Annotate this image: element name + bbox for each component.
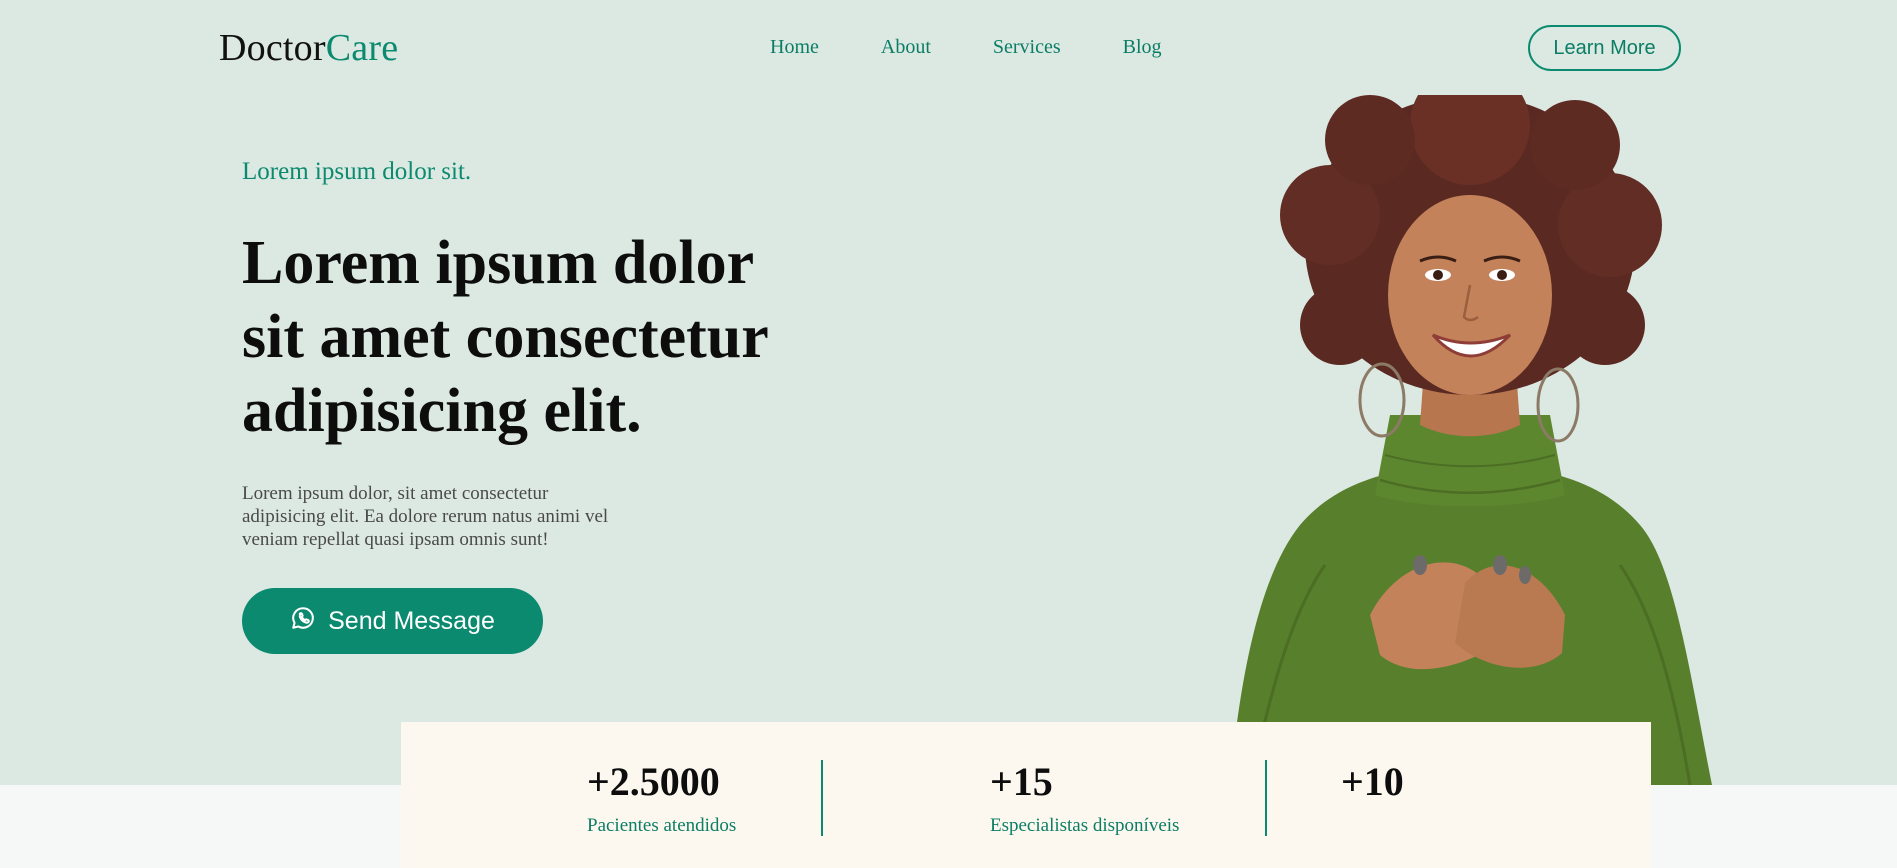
whatsapp-icon (290, 605, 316, 638)
nav-services[interactable]: Services (993, 36, 1061, 59)
stat-value: +15 (990, 759, 1053, 804)
stat-divider (821, 760, 823, 836)
hero-eyebrow: Lorem ipsum dolor sit. (242, 158, 472, 185)
headline-line-2: sit amet consectetur (242, 303, 769, 371)
learn-more-button[interactable]: Learn More (1528, 25, 1681, 71)
stat-specialists: +15 Especialistas disponíveis (990, 758, 1179, 837)
stat-value: +10 (1341, 759, 1404, 804)
stat-divider (1265, 760, 1267, 836)
hero-section: DoctorCare Home About Services Blog Lear… (0, 0, 1897, 785)
send-message-button[interactable]: Send Message (242, 588, 543, 654)
hero-description: Lorem ipsum dolor, sit amet consectetur … (242, 483, 609, 550)
nav-about[interactable]: About (881, 36, 931, 59)
send-message-label: Send Message (328, 606, 495, 635)
stat-label: Especialistas disponíveis (990, 815, 1180, 836)
stat-label: Pacientes atendidos (587, 815, 737, 836)
brand-name-accent: Care (325, 27, 399, 69)
nav-blog[interactable]: Blog (1123, 36, 1162, 59)
hero-headline: Lorem ipsum dolor sit amet consectetur a… (242, 226, 842, 448)
headline-line-3: adipisicing elit. (242, 377, 642, 445)
stat-value: +2.5000 (587, 759, 720, 804)
stat-third: +10 (1341, 758, 1404, 815)
stat-patients: +2.5000 Pacientes atendidos (587, 758, 736, 837)
brand-logo[interactable]: DoctorCare (219, 26, 398, 70)
brand-name-primary: Doctor (219, 27, 326, 69)
stats-bar: +2.5000 Pacientes atendidos +15 Especial… (401, 722, 1651, 868)
nav-home[interactable]: Home (770, 36, 819, 59)
main-nav: Home About Services Blog (770, 36, 1162, 59)
smiling-woman-portrait (1230, 95, 1712, 785)
headline-line-1: Lorem ipsum dolor (242, 229, 755, 297)
